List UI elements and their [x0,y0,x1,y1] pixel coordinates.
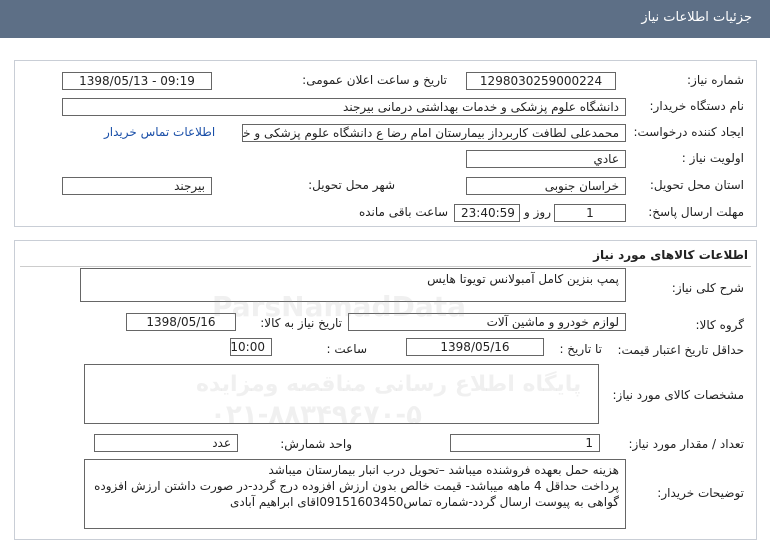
unit-label: واحد شمارش: [280,437,352,451]
until-date-label: تا تاریخ : [559,342,602,356]
delivery-province-field: خراسان جنوبی [466,177,626,195]
buyer-notes-line: پرداخت حداقل 4 ماهه میباشد- قیمت خالص بد… [94,479,619,493]
time-label: ساعت : [326,342,367,356]
buyer-notes-field: هزینه حمل بعهده فروشنده میباشد –تحویل در… [84,459,626,529]
need-number-label: شماره نیاز: [687,73,744,87]
buyer-contact-link[interactable]: اطلاعات تماس خریدار [104,125,215,139]
need-number-field: 1298030259000224 [466,72,616,90]
deadline-days-field: 1 [554,204,626,222]
priority-label: اولویت نیاز : [681,151,744,165]
remaining-word: ساعت باقی مانده [358,205,448,219]
goods-group-label: گروه کالا: [695,318,745,332]
buyer-notes-label: توضیحات خریدار: [657,486,744,500]
watermark-line2: ۰۲۱-۸۸۳۴۹۶۷۰-۵ [210,400,423,430]
page-header: جزئيات اطلاعات نياز [0,0,770,38]
until-date-field: 1398/05/16 [406,338,544,356]
buyer-org-field: دانشگاه علوم پزشکی و خدمات بهداشتی درمان… [62,98,626,116]
buyer-org-label: نام دستگاه خریدار: [649,99,745,113]
until-time-field: 10:00 [230,338,272,356]
deadline-time-field: 23:40:59 [454,204,520,222]
quantity-label: تعداد / مقدار مورد نیاز: [628,437,744,451]
delivery-city-label: شهر محل تحویل: [308,178,395,192]
buyer-notes-line: هزینه حمل بعهده فروشنده میباشد –تحویل در… [268,463,619,477]
watermark-line1: پایگاه اطلاع رسانی مناقصه ومزایده [196,372,582,397]
announce-date-label: تاریخ و ساعت اعلان عمومی: [302,73,447,87]
buyer-notes-line: گواهی به پیوست ارسال گردد-شماره تماس0915… [229,495,619,509]
goods-specs-label: مشخصات کالای مورد نیاز: [612,388,744,402]
days-word: روز و [524,205,551,219]
unit-field: عدد [94,434,238,452]
delivery-city-field: بیرجند [62,177,212,195]
page-title: جزئيات اطلاعات نياز [641,10,752,25]
watermark-brand: ParsNamadData [212,290,466,323]
request-creator-label: ایجاد کننده درخواست: [633,125,744,139]
announce-date-field: 1398/05/13 - 09:19 [62,72,212,90]
general-desc-label: شرح کلی نیاز: [671,281,744,295]
response-deadline-label: مهلت ارسال پاسخ: [648,205,744,219]
priority-field: عادي [466,150,626,168]
delivery-province-label: استان محل تحویل: [649,178,744,192]
section-divider [20,266,751,267]
goods-section-title: اطلاعات کالاهای مورد نیاز [593,248,748,262]
quantity-field: 1 [450,434,600,452]
price-validity-label: حداقل تاریخ اعتبار قیمت: [617,343,744,357]
request-creator-field: محمدعلی لطافت کاربرداز بیمارستان امام رض… [242,124,626,142]
